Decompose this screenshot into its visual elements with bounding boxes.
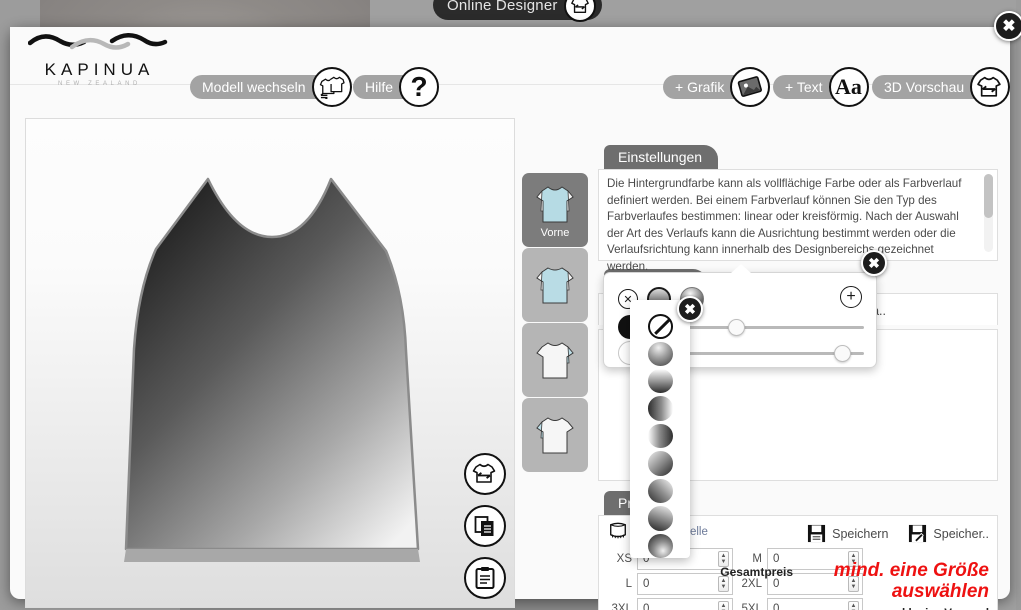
swatch-gradient-6[interactable] [647,478,673,504]
price-line: Gesamtpreis mind. eine Größe auswählen [720,560,989,602]
settings-scroll-thumb[interactable] [984,174,993,218]
swatch-none-icon[interactable] [647,314,673,339]
thumbnail-front[interactable]: Vorne [522,173,588,247]
slider-1-knob[interactable] [728,319,745,336]
clipboard-icon[interactable] [464,557,506,599]
save-label: Speichern [832,526,889,541]
thumbnail-shirt-icon [536,186,574,223]
size-value-l: 0 [643,578,650,590]
modal-header: KAPINUA NEW ZEALAND Modell wechseln Hilf… [10,27,1011,107]
swatch-gradient-8[interactable] [647,533,673,559]
thumbnail-back[interactable] [522,248,588,322]
thumbnail-right[interactable] [522,398,588,472]
swatch-gradient-5[interactable] [647,451,673,476]
thumbnail-left[interactable] [522,323,588,397]
copy-icon[interactable] [464,505,506,547]
tab-settings[interactable]: Einstellungen [604,145,719,169]
floppy-edit-icon [909,524,927,543]
thumbnail-shirt-icon [536,267,574,304]
settings-scrollbar[interactable] [984,174,993,252]
background-right-column [1016,0,1021,610]
add-gradient-stop-button[interactable]: + [840,286,862,308]
shirt-3d-icon [563,0,596,22]
size-label-3xl: 3XL [611,603,632,610]
size-input-3xl[interactable]: 0 ▲▼ [637,598,733,610]
brand-logo: KAPINUA NEW ZEALAND [25,31,170,87]
thumbnail-shirt-icon [536,417,574,454]
price-block: Gesamtpreis mind. eine Größe auswählen e… [720,560,989,610]
swatch-gradient-3[interactable] [647,396,673,421]
swatch-dropdown-close-icon[interactable]: ✖ [677,296,703,322]
measuring-tape-icon [610,522,626,539]
canvas-tools [464,453,506,599]
settings-description: Die Hintergrundfarbe kann als vollflächi… [607,177,962,273]
settings-description-box: Die Hintergrundfarbe kann als vollflächi… [598,169,998,273]
gradient-swatch-dropdown [630,300,690,559]
popup-close-icon[interactable]: ✖ [861,250,887,276]
thumbnail-shirt-icon [536,342,574,379]
size-value-3xl: 0 [643,603,650,610]
thumbnail-label: Vorne [540,227,570,239]
online-designer-banner: Online Designer [433,0,602,22]
total-price-label: Gesamtpreis [720,565,793,579]
swatch-gradient-2[interactable] [647,368,673,394]
online-designer-label: Online Designer [447,0,558,14]
slider-2-knob[interactable] [834,345,851,362]
logo-swoosh-icon [27,33,167,50]
3d-preview-tool[interactable] [464,453,506,495]
save-as-label: Speicher.. [933,526,989,541]
close-icon[interactable]: ✖ [994,11,1021,41]
brand-name: KAPINUA [44,60,155,79]
size-label-l: L [625,578,632,590]
app-root: Online Designer ✖ KAPINUA NEW ZEALAND Mo… [0,0,1021,610]
save-as-button[interactable]: Speicher.. [908,524,989,543]
swatch-gradient-4[interactable] [647,423,673,449]
save-button[interactable]: Speichern [807,524,888,543]
swatch-gradient-7[interactable] [647,506,673,531]
shirt-preview [124,177,420,562]
popup-caret [731,264,751,273]
swatch-gradient-1[interactable] [647,341,673,366]
size-input-l[interactable]: 0 ▲ ▼ [637,573,733,595]
design-canvas[interactable] [25,118,515,608]
floppy-icon [808,524,826,543]
view-thumbnails: Vorne [522,173,588,473]
size-warning: mind. eine Größe auswählen [833,560,989,602]
save-buttons: Speichern Speicher.. [807,524,989,543]
